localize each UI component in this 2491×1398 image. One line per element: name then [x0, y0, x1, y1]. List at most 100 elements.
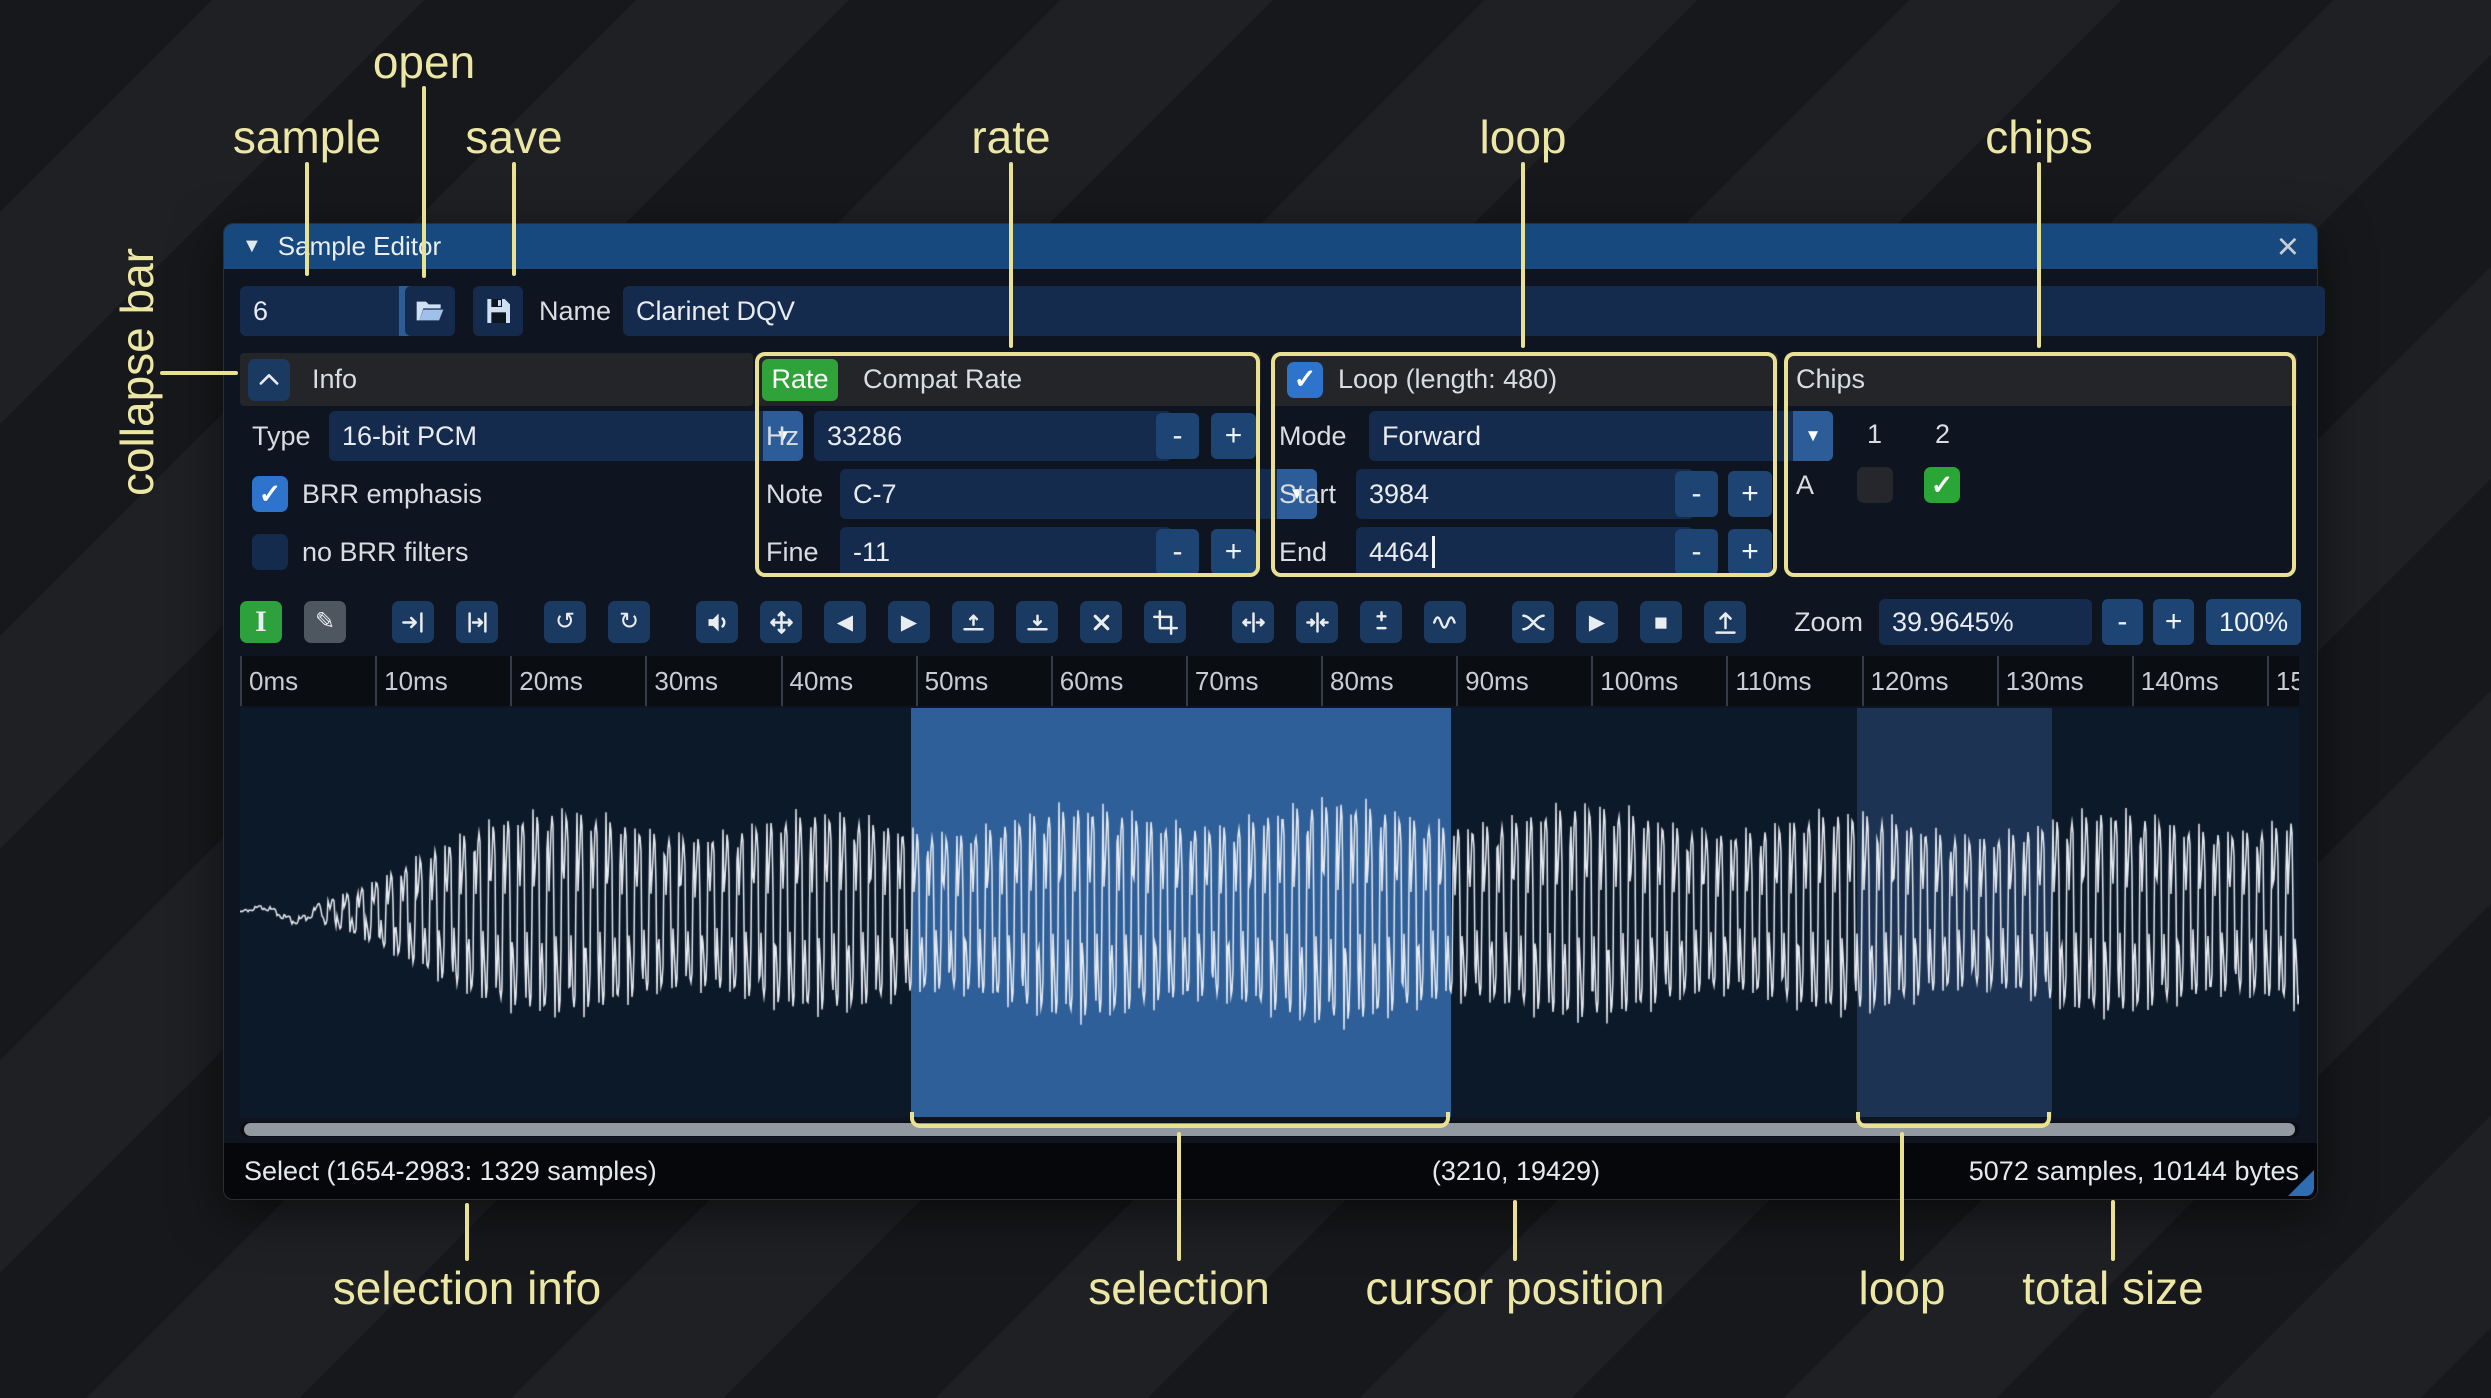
timeline-tick: 0ms: [240, 656, 298, 706]
note-combo[interactable]: C-7 ▼: [840, 469, 1317, 519]
loop-header-row: ✓ Loop (length: 480): [1272, 353, 1778, 406]
mode-value: Forward: [1382, 420, 1482, 451]
collapse-window-icon[interactable]: ▼: [242, 235, 262, 258]
fine-input[interactable]: -11: [840, 527, 1172, 577]
close-button[interactable]: ×: [2277, 228, 2299, 266]
timeline-tick: 80ms: [1321, 656, 1394, 706]
loop-end-input[interactable]: 4464: [1356, 527, 1694, 577]
mode-combo[interactable]: Forward ▼: [1369, 411, 1833, 461]
delete-button[interactable]: [1080, 601, 1122, 643]
invert-button[interactable]: [1296, 601, 1338, 643]
trim-button[interactable]: [1144, 601, 1186, 643]
reverse-button[interactable]: [1232, 601, 1274, 643]
loop-start-input[interactable]: 3984: [1356, 469, 1694, 519]
waveform-area[interactable]: [240, 708, 2299, 1117]
chevron-up-icon: [259, 373, 279, 385]
note-value: C-7: [853, 478, 897, 509]
crop-icon: [1152, 609, 1178, 635]
fade-in-button[interactable]: ◀: [824, 601, 866, 643]
loop-section: ✓ Loop (length: 480) Mode Forward ▼ Star…: [1272, 353, 1833, 578]
save-button[interactable]: [473, 286, 523, 336]
annotation-open: open: [372, 36, 476, 88]
fine-label: Fine: [766, 536, 819, 567]
hz-input[interactable]: 33286: [814, 411, 1172, 461]
normalize-button[interactable]: [760, 601, 802, 643]
timeline-tick: 120ms: [1861, 656, 1949, 706]
collapse-info-button[interactable]: [248, 358, 290, 401]
waveform-canvas[interactable]: [240, 708, 2299, 1117]
timeline-tick: 140ms: [2131, 656, 2219, 706]
select-tool-button[interactable]: I: [240, 601, 282, 643]
info-section: Info Type 16-bit PCM ▼ ✓ BRR emphasis no…: [240, 353, 803, 578]
scrollbar-thumb[interactable]: [244, 1123, 2295, 1136]
chip-2a-checkbox[interactable]: ✓: [1924, 467, 1960, 503]
chips-section: Chips 1 2 A ✓: [1785, 353, 2297, 578]
resize-button[interactable]: [392, 601, 434, 643]
stop-preview-button[interactable]: ■: [1640, 601, 1682, 643]
fine-decrement-button[interactable]: -: [1156, 529, 1199, 575]
loop-checkbox[interactable]: ✓: [1287, 361, 1323, 398]
redo-icon: ↻: [618, 608, 640, 635]
hz-increment-button[interactable]: +: [1211, 413, 1256, 459]
chips-leader-line: [2037, 162, 2041, 348]
status-bar: Select (1654-2983: 1329 samples) (3210, …: [224, 1143, 2317, 1199]
filter-button[interactable]: [1424, 601, 1466, 643]
loop-end-value: 4464: [1369, 536, 1430, 567]
end-label: End: [1279, 536, 1328, 567]
create-wavetable-button[interactable]: [1704, 601, 1746, 643]
insert-silence-button[interactable]: [952, 601, 994, 643]
end-increment-button[interactable]: +: [1728, 529, 1772, 575]
chips-header-label: Chips: [1796, 364, 1866, 394]
zoom-increment-button[interactable]: +: [2152, 599, 2195, 645]
preview-button[interactable]: ▶: [1576, 601, 1618, 643]
export-up-icon: [1714, 611, 1736, 634]
waveform-scrollbar[interactable]: [240, 1122, 2299, 1137]
zoom-decrement-button[interactable]: -: [2101, 599, 2143, 645]
window-title: Sample Editor: [277, 231, 442, 261]
invert-icon: [1305, 611, 1329, 633]
redo-button[interactable]: ↻: [608, 601, 650, 643]
timeline-tick: 50ms: [915, 656, 988, 706]
loop-leader-line: [1521, 162, 1525, 348]
loop-bottom-leader-line: [1900, 1132, 1904, 1261]
titlebar[interactable]: ▼ Sample Editor ×: [224, 224, 2317, 269]
rate-mode-button[interactable]: Rate: [762, 358, 838, 401]
timeline-tick: 10ms: [375, 656, 448, 706]
name-label: Name: [539, 295, 612, 326]
rate-mode-label: Rate: [771, 364, 829, 394]
mode-label: Mode: [1279, 420, 1347, 451]
selection-info-text: Select (1654-2983: 1329 samples): [244, 1156, 657, 1186]
end-decrement-button[interactable]: -: [1675, 529, 1718, 575]
chip-1a-checkbox[interactable]: [1857, 467, 1893, 503]
annotation-cursor-position: cursor position: [1365, 1262, 1665, 1314]
zoom-reset-button[interactable]: 100%: [2206, 599, 2301, 645]
sign-invert-button[interactable]: [1360, 601, 1402, 643]
open-button[interactable]: [405, 286, 455, 336]
annotation-collapse-bar: collapse bar: [111, 247, 163, 497]
type-combo[interactable]: 16-bit PCM ▼: [329, 411, 803, 461]
rate-header-label: Compat Rate: [863, 364, 1023, 394]
no-brr-filters-label: no BRR filters: [302, 536, 469, 567]
note-label: Note: [766, 478, 824, 509]
draw-tool-button[interactable]: ✎: [304, 601, 346, 643]
amplify-button[interactable]: [696, 601, 738, 643]
fine-increment-button[interactable]: +: [1211, 529, 1256, 575]
zoom-input[interactable]: 39.9645%: [1879, 599, 2092, 645]
no-brr-filters-checkbox[interactable]: [252, 534, 288, 570]
name-value: Clarinet DQV: [636, 295, 796, 326]
apply-silence-button[interactable]: [1016, 601, 1058, 643]
check-icon: ✓: [1293, 364, 1317, 394]
total-size-leader-line: [2111, 1200, 2115, 1261]
hz-decrement-button[interactable]: -: [1156, 413, 1199, 459]
start-decrement-button[interactable]: -: [1675, 471, 1718, 517]
undo-button[interactable]: ↺: [544, 601, 586, 643]
resize-grip[interactable]: [2288, 1170, 2314, 1196]
fade-out-button[interactable]: ▶: [888, 601, 930, 643]
resample-button[interactable]: [456, 601, 498, 643]
timeline-tick: 30ms: [645, 656, 718, 706]
name-input[interactable]: Clarinet DQV: [623, 286, 2325, 336]
start-increment-button[interactable]: +: [1728, 471, 1772, 517]
brr-emphasis-checkbox[interactable]: ✓: [252, 476, 288, 512]
crossfade-button[interactable]: [1512, 601, 1554, 643]
sample-leader-line: [305, 162, 309, 276]
